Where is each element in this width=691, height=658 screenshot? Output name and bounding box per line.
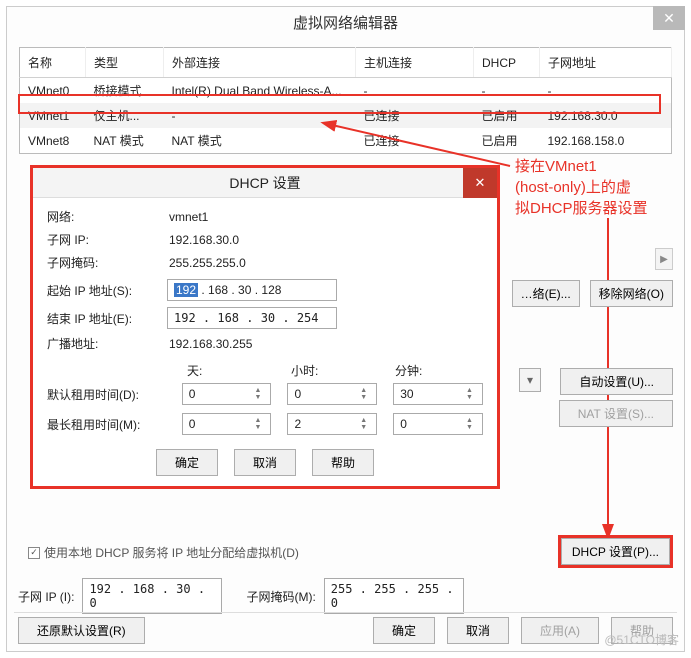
apply-button: 应用(A) [521, 617, 599, 644]
label-minutes: 分钟: [395, 362, 483, 379]
subnet-ip-label: 子网 IP: [47, 231, 167, 248]
default-lease-days-input[interactable]: 0▲▼ [182, 383, 272, 405]
auto-settings-button[interactable]: 自动设置(U)... [560, 368, 673, 395]
subnet-ip-label: 子网 IP (I): [18, 588, 74, 605]
subnet-mask-value: 255.255.255.0 [167, 256, 246, 270]
label-days: 天: [187, 362, 275, 379]
col-dhcp[interactable]: DHCP [474, 48, 540, 78]
default-lease-label: 默认租用时间(D): [47, 386, 166, 403]
scroll-right-icon[interactable]: ▶ [655, 248, 673, 270]
window-titlebar: 虚拟网络编辑器 ✕ [7, 7, 684, 41]
watermark: @51CTO博客 [604, 631, 679, 648]
network-label: 网络: [47, 208, 167, 225]
nat-settings-button: NAT 设置(S)... [559, 400, 673, 427]
max-lease-label: 最长租用时间(M): [47, 416, 166, 433]
max-lease-hours-input[interactable]: 2▲▼ [287, 413, 377, 435]
spin-up-icon[interactable]: ▲ [254, 387, 268, 394]
broadcast-value: 192.168.30.255 [167, 337, 252, 351]
end-ip-label: 结束 IP 地址(E): [47, 310, 167, 327]
ok-button[interactable]: 确定 [156, 449, 218, 476]
spin-down-icon[interactable]: ▼ [254, 424, 268, 431]
subnet-mask-label: 子网掩码: [47, 254, 167, 271]
use-local-dhcp-row: ✓ 使用本地 DHCP 服务将 IP 地址分配给虚拟机(D) [28, 544, 299, 561]
subnet-mask-label: 子网掩码(M): [246, 588, 315, 605]
network-value: vmnet1 [167, 210, 208, 224]
cancel-button[interactable]: 取消 [447, 617, 509, 644]
end-ip-input[interactable]: 192 . 168 . 30 . 254 [167, 307, 337, 329]
table-row-selected[interactable]: VMnet1 仅主机... - 已连接 已启用 192.168.30.0 [20, 103, 672, 128]
default-lease-hours-input[interactable]: 0▲▼ [287, 383, 377, 405]
help-button[interactable]: 帮助 [312, 449, 374, 476]
dialog-titlebar: DHCP 设置 ✕ [33, 168, 497, 198]
spin-up-icon[interactable]: ▲ [466, 417, 480, 424]
spin-down-icon[interactable]: ▼ [360, 394, 374, 401]
close-icon[interactable]: ✕ [463, 168, 497, 198]
dhcp-settings-dialog: DHCP 设置 ✕ 网络: vmnet1 子网 IP: 192.168.30.0… [30, 165, 500, 489]
restore-defaults-button[interactable]: 还原默认设置(R) [18, 617, 145, 644]
dropdown-toggle[interactable]: ▾ [519, 368, 541, 392]
window-title: 虚拟网络编辑器 [293, 15, 398, 32]
dhcp-settings-highlight: DHCP 设置(P)... [558, 535, 673, 568]
col-host[interactable]: 主机连接 [356, 48, 474, 78]
broadcast-label: 广播地址: [47, 335, 167, 352]
spin-up-icon[interactable]: ▲ [466, 387, 480, 394]
spin-down-icon[interactable]: ▼ [360, 424, 374, 431]
network-table: 名称 类型 外部连接 主机连接 DHCP 子网地址 VMnet0 桥接模式 In… [19, 47, 672, 154]
max-lease-minutes-input[interactable]: 0▲▼ [393, 413, 483, 435]
start-ip-selected-octet: 192 [174, 283, 198, 297]
max-lease-days-input[interactable]: 0▲▼ [182, 413, 272, 435]
cancel-button[interactable]: 取消 [234, 449, 296, 476]
col-external[interactable]: 外部连接 [164, 48, 356, 78]
table-row[interactable]: VMnet0 桥接模式 Intel(R) Dual Band Wireless-… [20, 78, 672, 104]
dhcp-settings-button[interactable]: DHCP 设置(P)... [561, 538, 670, 565]
spin-up-icon[interactable]: ▲ [360, 387, 374, 394]
annotation-text: 接在VMnet1 (host-only)上的虚 拟DHCP服务器设置 [515, 156, 683, 219]
table-row[interactable]: VMnet8 NAT 模式 NAT 模式 已连接 已启用 192.168.158… [20, 128, 672, 154]
col-name[interactable]: 名称 [20, 48, 86, 78]
time-unit-labels: 天: 小时: 分钟: [187, 362, 483, 379]
spin-up-icon[interactable]: ▲ [360, 417, 374, 424]
spin-down-icon[interactable]: ▼ [466, 394, 480, 401]
start-ip-input[interactable]: 192 . 168 . 30 . 128 [167, 279, 337, 301]
dialog-title: DHCP 设置 [229, 175, 300, 191]
side-buttons: …络(E)... 移除网络(O) [512, 280, 673, 307]
spin-down-icon[interactable]: ▼ [466, 424, 480, 431]
use-local-dhcp-label: 使用本地 DHCP 服务将 IP 地址分配给虚拟机(D) [44, 544, 299, 561]
ok-button[interactable]: 确定 [373, 617, 435, 644]
default-lease-minutes-input[interactable]: 30▲▼ [393, 383, 483, 405]
start-ip-label: 起始 IP 地址(S): [47, 282, 167, 299]
label-hours: 小时: [291, 362, 379, 379]
add-network-button[interactable]: …络(E)... [512, 280, 580, 307]
remove-network-button[interactable]: 移除网络(O) [590, 280, 673, 307]
col-subnet[interactable]: 子网地址 [540, 48, 672, 78]
nat-settings-button-wrap: NAT 设置(S)... [559, 400, 673, 427]
bottom-bar: 还原默认设置(R) 确定 取消 应用(A) 帮助 [6, 609, 685, 652]
spin-down-icon[interactable]: ▼ [254, 394, 268, 401]
spin-up-icon[interactable]: ▲ [254, 417, 268, 424]
col-type[interactable]: 类型 [86, 48, 164, 78]
subnet-ip-value: 192.168.30.0 [167, 233, 239, 247]
close-icon[interactable]: ✕ [653, 6, 685, 30]
auto-settings-button-wrap: 自动设置(U)... [560, 368, 673, 395]
use-local-dhcp-checkbox[interactable]: ✓ [28, 547, 40, 559]
